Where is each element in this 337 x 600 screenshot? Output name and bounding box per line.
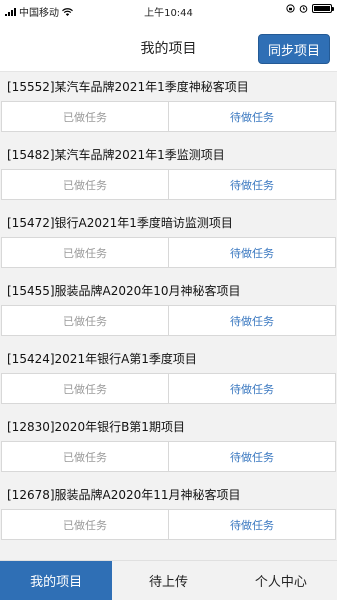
project-actions: 已做任务 待做任务: [1, 441, 336, 472]
project-item: [15424]2021年银行A第1季度项目 已做任务 待做任务: [0, 345, 337, 413]
status-bar: 中国移动 上午10:44: [0, 0, 337, 20]
tab-pending-upload[interactable]: 待上传: [112, 561, 224, 600]
todo-tasks-button[interactable]: 待做任务: [169, 238, 335, 267]
project-title: [15552]某汽车品牌2021年1季度神秘客项目: [7, 80, 249, 94]
sync-projects-button[interactable]: 同步项目: [258, 34, 330, 64]
done-tasks-button[interactable]: 已做任务: [2, 306, 169, 335]
status-right: [286, 4, 334, 13]
project-item: [15552]某汽车品牌2021年1季度神秘客项目 已做任务 待做任务: [0, 73, 337, 141]
done-tasks-button[interactable]: 已做任务: [2, 510, 169, 539]
project-actions: 已做任务 待做任务: [1, 373, 336, 404]
lock-rotation-icon: [286, 4, 295, 13]
tab-personal-center[interactable]: 个人中心: [225, 561, 337, 600]
alarm-icon: [299, 5, 308, 13]
done-tasks-button[interactable]: 已做任务: [2, 374, 169, 403]
todo-tasks-button[interactable]: 待做任务: [169, 442, 335, 471]
project-title: [12830]2020年银行B第1期项目: [7, 420, 185, 434]
project-actions: 已做任务 待做任务: [1, 169, 336, 200]
project-item: [12678]服装品牌A2020年11月神秘客项目 已做任务 待做任务: [0, 481, 337, 549]
project-item: [15455]服装品牌A2020年10月神秘客项目 已做任务 待做任务: [0, 277, 337, 345]
project-actions: 已做任务 待做任务: [1, 509, 336, 540]
done-tasks-button[interactable]: 已做任务: [2, 170, 169, 199]
nav-bar: 我的项目 同步项目: [0, 20, 337, 72]
project-title: [15472]银行A2021年1季度暗访监测项目: [7, 216, 233, 230]
done-tasks-button[interactable]: 已做任务: [2, 102, 169, 131]
bottom-tab-bar: 我的项目 待上传 个人中心: [0, 560, 337, 600]
project-title: [15482]某汽车品牌2021年1季监测项目: [7, 148, 225, 162]
project-title: [15424]2021年银行A第1季度项目: [7, 352, 197, 366]
tab-my-projects[interactable]: 我的项目: [0, 561, 113, 600]
todo-tasks-button[interactable]: 待做任务: [169, 306, 335, 335]
project-actions: 已做任务 待做任务: [1, 305, 336, 336]
project-item: [12830]2020年银行B第1期项目 已做任务 待做任务: [0, 413, 337, 481]
project-actions: 已做任务 待做任务: [1, 237, 336, 268]
project-actions: 已做任务 待做任务: [1, 101, 336, 132]
done-tasks-button[interactable]: 已做任务: [2, 238, 169, 267]
battery-icon: [312, 4, 334, 13]
project-item: [15482]某汽车品牌2021年1季监测项目 已做任务 待做任务: [0, 141, 337, 209]
project-title: [12678]服装品牌A2020年11月神秘客项目: [7, 488, 241, 502]
project-title: [15455]服装品牌A2020年10月神秘客项目: [7, 284, 241, 298]
todo-tasks-button[interactable]: 待做任务: [169, 102, 335, 131]
todo-tasks-button[interactable]: 待做任务: [169, 374, 335, 403]
todo-tasks-button[interactable]: 待做任务: [169, 510, 335, 539]
project-item: [15472]银行A2021年1季度暗访监测项目 已做任务 待做任务: [0, 209, 337, 277]
todo-tasks-button[interactable]: 待做任务: [169, 170, 335, 199]
project-list: [15552]某汽车品牌2021年1季度神秘客项目 已做任务 待做任务 [154…: [0, 73, 337, 549]
done-tasks-button[interactable]: 已做任务: [2, 442, 169, 471]
